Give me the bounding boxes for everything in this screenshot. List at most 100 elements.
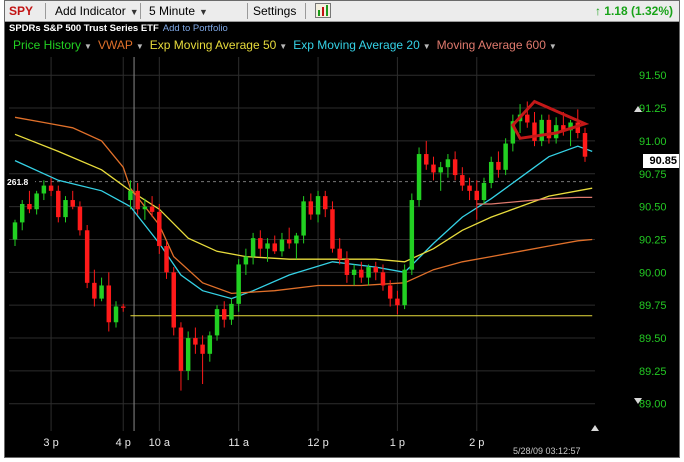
candle-body xyxy=(142,206,148,210)
candle-body xyxy=(395,298,400,306)
legend-item[interactable]: Moving Average 600 ▼ xyxy=(437,38,557,52)
y-tick-label: 90.00 xyxy=(639,267,667,279)
candle-body xyxy=(438,167,443,173)
candle-body xyxy=(301,201,306,236)
candle-body xyxy=(258,238,263,249)
y-tick-label: 89.75 xyxy=(639,300,667,312)
x-tick-label: 12 p xyxy=(307,437,328,449)
candle-body xyxy=(185,338,191,371)
candle-body xyxy=(236,264,241,304)
candle-body xyxy=(582,133,588,157)
chevron-down-icon: ▼ xyxy=(135,42,144,51)
candle-body xyxy=(200,344,205,354)
chart-window: SPY Add Indicator ▼ 5 Minute ▼ Settings ↑ … xyxy=(4,0,680,458)
y-tick-label: 91.00 xyxy=(639,136,667,148)
chevron-down-icon: ▼ xyxy=(422,42,431,51)
candle-body xyxy=(373,267,378,273)
chevron-down-icon: ▼ xyxy=(84,42,92,51)
candle-body xyxy=(467,185,472,191)
candle-body xyxy=(135,190,140,210)
candle-body xyxy=(474,190,480,201)
candle-body xyxy=(409,200,415,270)
candle-body xyxy=(387,285,393,299)
chevron-down-icon: ▼ xyxy=(279,42,288,51)
x-tick-label: 11 a xyxy=(228,437,249,449)
legend-label: Exp Moving Average 20 xyxy=(293,38,420,52)
candle-body xyxy=(279,239,285,252)
candle-body xyxy=(12,222,18,240)
candle-body xyxy=(330,209,335,249)
candle-body xyxy=(27,203,32,210)
legend-item[interactable]: VWAP ▼ xyxy=(98,38,144,52)
candle-body xyxy=(92,282,97,299)
candle-body xyxy=(294,235,299,244)
candle-body xyxy=(106,285,112,323)
candle-body xyxy=(222,309,227,320)
scroll-down-icon[interactable] xyxy=(634,397,642,404)
candle-body xyxy=(99,285,104,299)
candle-body xyxy=(84,230,90,283)
candle-body xyxy=(157,211,162,247)
legend-item[interactable]: Price History ▼ xyxy=(13,38,92,52)
candle-body xyxy=(265,243,270,249)
chevron-down-icon: ▼ xyxy=(548,42,557,51)
candle-body xyxy=(337,248,342,260)
candle-body xyxy=(48,185,54,191)
legend-label: Exp Moving Average 50 xyxy=(149,38,277,52)
candle-body xyxy=(77,206,83,231)
y-tick-label: 89.50 xyxy=(639,333,667,345)
candle-body xyxy=(63,200,68,218)
x-tick-label: 10 a xyxy=(149,437,171,449)
candle-body xyxy=(19,203,25,223)
indicator-legend: Price History ▼ VWAP ▼ Exp Moving Average 50… xyxy=(13,38,563,52)
candle-body xyxy=(229,303,234,320)
candle-body xyxy=(178,327,184,371)
candle-body xyxy=(207,335,213,354)
candle-body xyxy=(488,161,494,183)
candle-body xyxy=(539,119,544,141)
candle-body xyxy=(315,196,321,215)
legend-item[interactable]: Exp Moving Average 20 ▼ xyxy=(293,38,430,52)
candle-body xyxy=(460,175,465,186)
candle-body xyxy=(503,143,508,170)
series-line xyxy=(476,196,593,205)
candle-body xyxy=(128,190,133,201)
x-tick-label: 4 p xyxy=(116,437,131,449)
x-tick-label: 1 p xyxy=(390,437,405,449)
candle-body xyxy=(344,259,350,275)
candle-body xyxy=(149,206,155,212)
candle-body xyxy=(171,272,176,328)
timestamp-label: 5/28/09 03:12:57 xyxy=(513,446,581,456)
candle-body xyxy=(34,193,39,210)
candle-body xyxy=(532,122,537,141)
candle-body xyxy=(193,338,198,345)
candle-body xyxy=(272,243,277,252)
y-tick-label: 90.25 xyxy=(639,234,667,246)
candle-body xyxy=(56,190,61,218)
candle-body xyxy=(380,272,386,286)
scroll-up-icon[interactable] xyxy=(591,425,599,431)
price-chart[interactable]: 91.50 91.25 91.00 90.75 90.50 90.25 90.00 89.75… xyxy=(5,1,680,458)
legend-item[interactable]: Exp Moving Average 50 ▼ xyxy=(150,38,287,52)
scroll-up-icon[interactable] xyxy=(634,106,642,113)
candle-body xyxy=(41,185,47,194)
candle-body xyxy=(525,114,530,123)
candle-body xyxy=(431,164,436,173)
y-tick-label: 90.75 xyxy=(639,169,667,181)
candle-body xyxy=(445,159,451,168)
candle-body xyxy=(416,154,422,201)
candle-body xyxy=(308,201,314,215)
y-tick-label: 89.00 xyxy=(639,399,667,411)
y-tick-label: 91.50 xyxy=(639,70,667,82)
legend-label: Moving Average 600 xyxy=(436,38,546,52)
last-price-box: 90.85 xyxy=(643,153,679,168)
candle-body xyxy=(70,200,75,207)
legend-label: Price History xyxy=(13,38,82,52)
candle-body xyxy=(366,267,371,278)
candle-body xyxy=(243,256,249,265)
y-tick-label: 90.50 xyxy=(639,202,667,214)
candle-body xyxy=(120,306,126,308)
left-axis-value: 261.8 xyxy=(5,175,35,188)
x-tick-label: 3 p xyxy=(43,437,58,449)
candle-body xyxy=(452,159,458,176)
